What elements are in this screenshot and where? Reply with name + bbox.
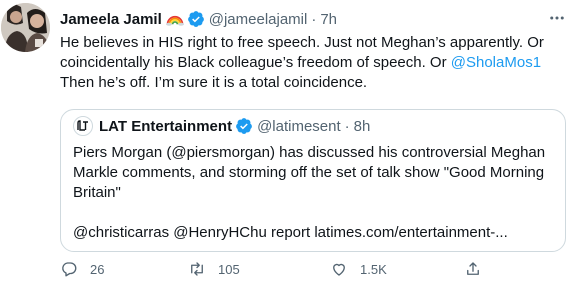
separator-dot: ·: [311, 10, 317, 28]
tweet-text: He believes in HIS right to free speech.…: [60, 33, 565, 93]
separator-dot: ·: [344, 117, 350, 135]
verified-badge-icon: [187, 11, 204, 27]
reply-button[interactable]: 26: [60, 258, 104, 280]
quoted-text-spacer: [73, 203, 558, 223]
retweet-button[interactable]: 105: [188, 258, 240, 280]
quoted-author-name[interactable]: LAT Entertainment: [99, 118, 232, 135]
quoted-tweet-header: LAT Entertainment @latimesent · 8h: [73, 115, 370, 137]
mention-link[interactable]: @SholaMos1: [451, 54, 541, 71]
rainbow-emoji-icon: [165, 16, 184, 26]
author-handle[interactable]: @jameelajamil: [209, 11, 308, 28]
share-button[interactable]: [464, 258, 482, 280]
reply-count: 26: [90, 261, 105, 277]
quoted-text-line-2: Markle comments, and storming off the se…: [73, 164, 545, 181]
tweet-text-line-2-text: coincidentally his Black colleague’s fre…: [60, 54, 451, 71]
verified-badge-icon: [236, 118, 252, 134]
retweet-icon: [191, 262, 203, 276]
quoted-text-line-3: Britain": [73, 184, 121, 201]
more-button[interactable]: [546, 8, 568, 28]
tweet-header: Jameela Jamil @jameelajamil · 7h: [60, 8, 337, 30]
avatar-photo: [1, 3, 50, 52]
quoted-author-handle[interactable]: @latimesent: [257, 118, 341, 135]
tweet-timestamp[interactable]: 7h: [320, 11, 337, 28]
tweet-text-line-3: Then he’s off. I’m sure it is a total co…: [60, 74, 368, 91]
quoted-tweet-text: Piers Morgan (@piersmorgan) has discusse…: [73, 143, 558, 243]
tweet[interactable]: Jameela Jamil @jameelajamil · 7h He beli…: [0, 0, 578, 297]
quoted-tweet-timestamp[interactable]: 8h: [354, 118, 371, 135]
tweet-text-line-2: coincidentally his Black colleague’s fre…: [60, 53, 565, 73]
retweet-count: 105: [218, 261, 240, 277]
like-count: 1.5K: [360, 261, 387, 277]
action-bar: 26 105 1.5K: [60, 258, 566, 280]
quoted-text-line-4: @christicarras @HenryHChu report latimes…: [73, 224, 508, 241]
share-icon: [467, 262, 479, 275]
like-icon: [333, 263, 345, 276]
more-icon: [550, 16, 564, 20]
avatar[interactable]: [1, 3, 50, 52]
quoted-text-line-1: Piers Morgan (@piersmorgan) has discusse…: [73, 144, 546, 161]
like-button[interactable]: 1.5K: [330, 258, 387, 280]
author-name[interactable]: Jameela Jamil: [60, 11, 162, 28]
tweet-text-line-1: He believes in HIS right to free speech.…: [60, 34, 544, 51]
quoted-tweet[interactable]: LAT Entertainment @latimesent · 8h Piers…: [60, 109, 566, 252]
lat-logo-icon: [73, 116, 93, 136]
reply-icon: [62, 262, 77, 277]
